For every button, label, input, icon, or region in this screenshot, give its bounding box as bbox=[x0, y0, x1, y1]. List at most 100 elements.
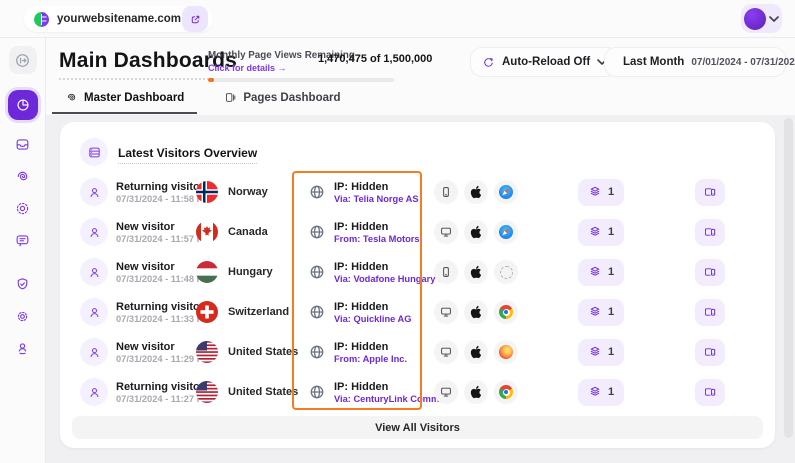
sidebar-toggle-button[interactable] bbox=[9, 46, 37, 74]
sidebar-item-sessions[interactable] bbox=[9, 162, 37, 190]
country-cell: Switzerland bbox=[196, 301, 308, 323]
spiral-icon bbox=[14, 168, 31, 185]
site-name: yourwebsitename.com bbox=[57, 13, 181, 25]
open-site-button[interactable] bbox=[182, 6, 208, 32]
tech-cell bbox=[434, 220, 578, 244]
os-apple-icon bbox=[464, 180, 488, 204]
pageviews-badge[interactable]: 1 bbox=[578, 299, 624, 326]
visitor-row[interactable]: New visitor 07/31/2024 - 11:29 PM United… bbox=[80, 332, 763, 372]
pageviews-badge[interactable]: 1 bbox=[578, 259, 624, 286]
sidebar-item-chat[interactable] bbox=[9, 226, 37, 254]
device-icon bbox=[434, 380, 458, 404]
visitor-icon bbox=[80, 378, 108, 406]
country-cell: Norway bbox=[196, 181, 308, 203]
avatar bbox=[744, 8, 766, 30]
browser-icon bbox=[494, 260, 518, 284]
isp-label: Via: Telia Norge AS bbox=[334, 194, 419, 204]
visitor-icon bbox=[80, 218, 108, 246]
action-cell bbox=[695, 379, 763, 406]
visitor-icon bbox=[80, 258, 108, 286]
pageviews-cell: 1 bbox=[578, 339, 695, 366]
os-apple-icon bbox=[464, 340, 488, 364]
pageviews-count: 1 bbox=[608, 306, 614, 318]
devices-button[interactable] bbox=[695, 379, 725, 406]
devices-button[interactable] bbox=[695, 219, 725, 246]
ip-cell: IP: Hidden Via: Telia Norge AS bbox=[308, 181, 434, 204]
country-name: Switzerland bbox=[228, 306, 289, 318]
devices-icon bbox=[703, 185, 717, 199]
sidebar-item-audience[interactable] bbox=[9, 194, 37, 222]
visitor-row[interactable]: Returning visitor 07/31/2024 - 11:33 PM … bbox=[80, 292, 763, 332]
country-cell: Hungary bbox=[196, 261, 308, 283]
pageviews-cell: 1 bbox=[578, 299, 695, 326]
globe-icon bbox=[308, 183, 326, 201]
tab-label: Pages Dashboard bbox=[243, 92, 340, 104]
devices-button[interactable] bbox=[695, 339, 725, 366]
pageviews-badge[interactable]: 1 bbox=[578, 339, 624, 366]
content-area: Latest Visitors Overview Returning visit… bbox=[46, 115, 795, 463]
page-scrollbar[interactable] bbox=[784, 118, 793, 438]
visitor-row[interactable]: New visitor 07/31/2024 - 11:57 PM Canada… bbox=[80, 212, 763, 252]
topbar: yourwebsitename.com bbox=[0, 0, 795, 38]
safari-icon bbox=[499, 225, 513, 239]
sidebar-item-dashboards[interactable] bbox=[8, 90, 38, 120]
isp-label: From: Apple Inc. bbox=[334, 354, 407, 364]
globe-icon bbox=[308, 343, 326, 361]
auto-reload-dropdown[interactable]: Auto-Reload Off bbox=[470, 47, 619, 77]
os-apple-icon bbox=[464, 380, 488, 404]
country-flag-icon bbox=[196, 301, 218, 323]
range-label: Last Month bbox=[623, 56, 684, 68]
sidebar-item-privacy[interactable] bbox=[9, 270, 37, 298]
visitor-icon bbox=[80, 298, 108, 326]
devices-button[interactable] bbox=[695, 299, 725, 326]
devices-button[interactable] bbox=[695, 259, 725, 286]
tech-cell bbox=[434, 180, 578, 204]
country-flag-icon bbox=[196, 181, 218, 203]
range-dates: 07/01/2024 - 07/31/2024 bbox=[691, 57, 795, 68]
tech-cell bbox=[434, 380, 578, 404]
visitor-cell: New visitor 07/31/2024 - 11:48 PM bbox=[80, 258, 196, 286]
layers-icon bbox=[588, 385, 602, 399]
firefox-icon bbox=[499, 345, 513, 359]
sidebar-item-inbox[interactable] bbox=[9, 130, 37, 158]
action-cell bbox=[695, 259, 763, 286]
layers-icon bbox=[588, 225, 602, 239]
devices-button[interactable] bbox=[695, 179, 725, 206]
layers-icon bbox=[588, 345, 602, 359]
tab-master-dashboard[interactable]: Master Dashboard bbox=[52, 88, 197, 114]
orbit-target-icon bbox=[14, 200, 31, 217]
chat-bubble-icon bbox=[14, 232, 31, 249]
monthly-value: 1,470,475 of 1,500,000 bbox=[318, 53, 432, 65]
device-icon bbox=[434, 300, 458, 324]
user-menu[interactable] bbox=[741, 4, 782, 33]
globe-icon bbox=[308, 223, 326, 241]
layers-icon bbox=[588, 265, 602, 279]
visitor-row[interactable]: Returning visitor 07/31/2024 - 11:27 PM … bbox=[80, 372, 763, 412]
globe-icon bbox=[308, 303, 326, 321]
country-flag-icon bbox=[196, 341, 218, 363]
visitor-row[interactable]: New visitor 07/31/2024 - 11:48 PM Hungar… bbox=[80, 252, 763, 292]
pageviews-badge[interactable]: 1 bbox=[578, 179, 624, 206]
tech-cell bbox=[434, 300, 578, 324]
chevron-down-icon bbox=[769, 16, 779, 22]
pie-chart-icon bbox=[15, 97, 31, 113]
ip-label: IP: Hidden bbox=[334, 221, 420, 233]
sidebar-item-geolocation[interactable] bbox=[9, 334, 37, 362]
layers-icon bbox=[588, 305, 602, 319]
visitor-rows: Returning visitor 07/31/2024 - 11:58 PM … bbox=[80, 172, 763, 412]
visitor-row[interactable]: Returning visitor 07/31/2024 - 11:58 PM … bbox=[80, 172, 763, 212]
ip-label: IP: Hidden bbox=[334, 341, 407, 353]
ip-label: IP: Hidden bbox=[334, 301, 412, 313]
tab-pages-dashboard[interactable]: Pages Dashboard bbox=[211, 88, 353, 114]
date-range-dropdown[interactable]: Last Month 07/01/2024 - 07/31/2024 bbox=[604, 47, 786, 77]
main-area: Main Dashboards Monthly Page Views Remai… bbox=[46, 38, 795, 463]
sidebar-item-settings[interactable] bbox=[9, 302, 37, 330]
view-all-visitors-button[interactable]: View All Visitors bbox=[72, 416, 763, 439]
pageviews-badge[interactable]: 1 bbox=[578, 219, 624, 246]
inbox-icon bbox=[14, 136, 31, 153]
gear-icon bbox=[14, 308, 31, 325]
pageviews-badge[interactable]: 1 bbox=[578, 379, 624, 406]
dashboard-tabs: Master Dashboard Pages Dashboard bbox=[46, 88, 354, 115]
tech-cell bbox=[434, 340, 578, 364]
isp-label: From: Tesla Motors bbox=[334, 234, 420, 244]
